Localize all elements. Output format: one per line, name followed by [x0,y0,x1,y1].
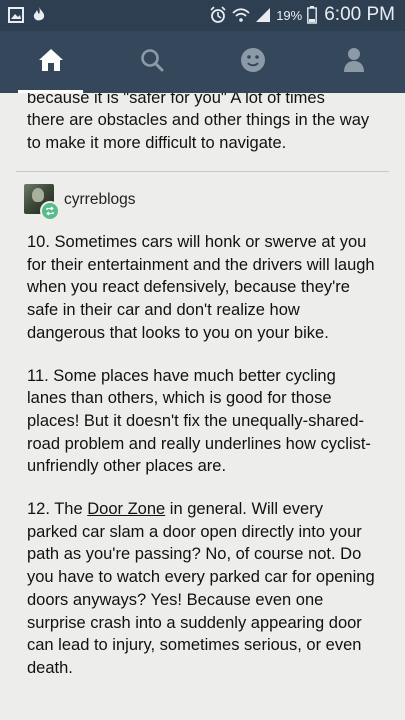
person-icon [343,47,365,78]
wifi-icon [232,7,250,23]
list-item: 11. Some places have much better cycling… [27,366,371,476]
previous-text-cut: because it is "safer for you" A lot of t… [27,93,325,107]
smiley-icon [240,47,266,78]
post-body: 10. Sometimes cars will honk or swerve a… [27,231,377,680]
reblog-divider [16,171,389,172]
reblogger-username[interactable]: cyrreblogs [64,191,136,209]
previous-post-tail: there are obstacles and other things in … [27,109,377,154]
item12-prefix: 12. The [27,500,88,519]
status-bar: 19% 6:00 PM [0,0,405,31]
signal-icon [255,7,271,23]
reblog-icon [40,201,60,221]
item12-text: in general. Will every parked car slam a… [27,500,375,677]
list-item: 12. The Door Zone in general. Will every… [27,498,377,680]
tab-search[interactable] [101,31,202,93]
list-item: 10. Sometimes cars will honk or swerve a… [27,233,375,342]
tab-home[interactable] [0,31,101,93]
tab-activity[interactable] [202,31,303,93]
alarm-icon [209,6,227,24]
battery-percent: 19% [276,7,303,23]
tab-bar [0,31,405,93]
status-right-icons: 19% 6:00 PM [209,4,395,26]
search-icon [140,48,164,77]
tab-account[interactable] [303,31,404,93]
home-icon [38,48,64,77]
status-left-icons [8,6,46,23]
flame-icon [32,6,46,23]
battery-icon [307,6,318,24]
reblog-header[interactable]: cyrreblogs [24,184,374,221]
dashboard-feed[interactable]: because it is "safer for you" A lot of t… [0,93,405,720]
previous-post-text: there are obstacles and other things in … [27,111,370,152]
clock: 6:00 PM [324,4,395,25]
image-icon [8,6,24,23]
door-zone-link[interactable]: Door Zone [87,500,165,518]
